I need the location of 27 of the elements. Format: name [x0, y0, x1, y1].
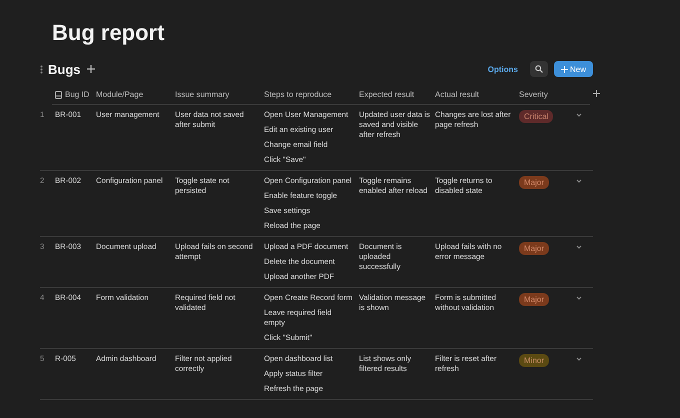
- column-header[interactable]: Expected result: [359, 90, 414, 99]
- column-header[interactable]: Issue summary: [175, 90, 230, 99]
- severity-tag: Critical: [519, 110, 554, 123]
- chevron-down-icon[interactable]: [576, 245, 582, 249]
- chevron-down-icon[interactable]: [576, 357, 582, 361]
- chevron-down-icon[interactable]: [576, 179, 582, 183]
- add-column-icon[interactable]: [593, 90, 600, 97]
- column-header[interactable]: Severity: [519, 90, 548, 99]
- column-header[interactable]: Module/Page: [96, 90, 144, 99]
- document-icon: [55, 90, 62, 98]
- drag-handle-icon[interactable]: [40, 64, 43, 74]
- page-title: Bug report: [52, 20, 166, 46]
- severity-tag: Minor: [519, 354, 550, 367]
- column-header[interactable]: Actual result: [435, 90, 480, 99]
- severity-tag: Major: [519, 176, 550, 189]
- search-icon: [534, 65, 543, 73]
- column-header[interactable]: Bug ID: [65, 89, 90, 100]
- add-icon[interactable]: [86, 65, 94, 73]
- search-button[interactable]: [530, 61, 548, 77]
- options-button[interactable]: Options: [484, 62, 522, 76]
- database-title: Bugs: [48, 62, 80, 76]
- column-header[interactable]: Steps to reproduce: [264, 90, 332, 99]
- severity-tag: Major: [519, 293, 550, 306]
- chevron-down-icon[interactable]: [576, 113, 582, 117]
- plus-icon: [560, 66, 568, 72]
- chevron-down-icon[interactable]: [576, 296, 582, 300]
- severity-tag: Major: [519, 242, 550, 255]
